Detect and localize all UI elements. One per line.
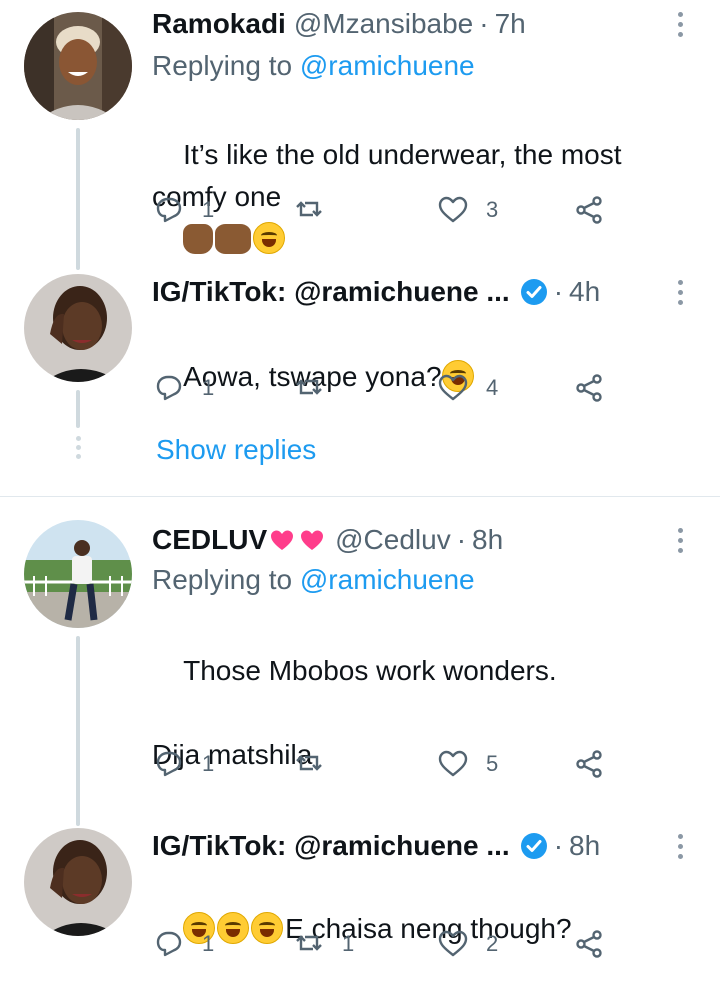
avatar[interactable] (24, 274, 132, 382)
heart-icon (438, 750, 468, 777)
retweet-button[interactable] (292, 190, 342, 230)
share-icon (576, 930, 602, 958)
tweet-text: Those Mbobos work wonders. Dija matshila (152, 608, 672, 818)
reply-icon (156, 751, 182, 777)
retweet-icon (295, 935, 323, 951)
timestamp[interactable]: 7h (495, 8, 526, 40)
retweet-button[interactable] (292, 744, 342, 784)
retweet-icon (295, 755, 323, 771)
reply-button[interactable]: 1 (152, 924, 214, 964)
share-icon (576, 750, 602, 778)
like-count: 5 (486, 751, 499, 776)
divider (0, 496, 720, 497)
separator: · (553, 830, 564, 861)
more-options-button[interactable] (668, 4, 692, 44)
reply-button[interactable]: 1 (152, 190, 214, 230)
like-count: 3 (486, 197, 499, 222)
tweet-actions: 1 1 2 (152, 924, 622, 964)
like-button[interactable]: 3 (436, 190, 498, 230)
separator: · (553, 276, 564, 307)
verified-badge-icon (520, 833, 547, 859)
like-count: 4 (486, 375, 499, 400)
avatar[interactable] (24, 12, 132, 120)
tweet-cedluv[interactable]: CEDLUV @Cedluv · 8h Replying to @ramichu… (0, 508, 720, 826)
replying-prefix: Replying to (152, 50, 293, 81)
retweet-button[interactable] (292, 368, 342, 408)
reply-button[interactable]: 1 (152, 744, 214, 784)
reply-icon (156, 375, 182, 401)
user-handle[interactable]: @Mzansibabe (294, 8, 473, 40)
mention-link[interactable]: @ramichuene (300, 564, 475, 595)
sparkling-heart-icon (271, 530, 294, 550)
tweet-ramichuene-reply[interactable]: IG/TikTok: @ramichuene ... · 4h Aowa, ts… (0, 262, 720, 432)
display-name[interactable]: CEDLUV (152, 524, 267, 556)
heart-icon (438, 930, 468, 957)
like-button[interactable]: 5 (436, 744, 498, 784)
tweet-ramokadi[interactable]: Ramokadi @Mzansibabe · 7h Replying to @r… (0, 0, 720, 270)
tweet-header: CEDLUV @Cedluv · 8h (152, 520, 503, 560)
share-button[interactable] (572, 924, 606, 964)
thread-line (76, 636, 80, 826)
thread-line (76, 390, 80, 428)
reply-count: 1 (202, 751, 215, 776)
user-handle[interactable]: @Cedluv (335, 524, 451, 556)
thread-line (76, 128, 80, 270)
replying-prefix: Replying to (152, 564, 293, 595)
share-button[interactable] (572, 744, 606, 784)
like-button[interactable]: 2 (436, 924, 498, 964)
reply-count: 1 (202, 375, 215, 400)
like-button[interactable]: 4 (436, 368, 498, 408)
tweet-header: IG/TikTok: @ramichuene ... · 4h (152, 272, 600, 312)
more-options-button[interactable] (668, 520, 692, 560)
tweet-ramichuene-reply-2[interactable]: IG/TikTok: @ramichuene ... · 8h E chaisa… (0, 818, 720, 958)
separator: · (456, 524, 467, 555)
timestamp[interactable]: 8h (472, 524, 503, 556)
tweet-actions: 1 3 (152, 190, 622, 230)
replying-to: Replying to @ramichuene (152, 564, 475, 596)
heart-icon (438, 196, 468, 223)
retweet-count: 1 (342, 931, 355, 956)
sparkling-heart-icon (301, 530, 324, 550)
mention-link[interactable]: @ramichuene (300, 50, 475, 81)
like-count: 2 (486, 931, 499, 956)
timestamp[interactable]: 4h (569, 276, 600, 308)
thread-continuation-dots (74, 436, 82, 459)
timestamp[interactable]: 8h (569, 830, 600, 862)
retweet-icon (295, 201, 323, 217)
show-replies-link[interactable]: Show replies (156, 434, 316, 466)
avatar[interactable] (24, 520, 132, 628)
share-button[interactable] (572, 190, 606, 230)
reply-button[interactable]: 1 (152, 368, 214, 408)
tweet-header: IG/TikTok: @ramichuene ... · 8h (152, 826, 600, 866)
avatar[interactable] (24, 828, 132, 936)
retweet-icon (295, 379, 323, 395)
more-options-button[interactable] (668, 272, 692, 312)
replying-to: Replying to @ramichuene (152, 50, 475, 82)
share-icon (576, 374, 602, 402)
retweet-button[interactable]: 1 (292, 924, 354, 964)
reply-count: 1 (202, 197, 215, 222)
tweet-header: Ramokadi @Mzansibabe · 7h (152, 4, 526, 44)
more-options-button[interactable] (668, 826, 692, 866)
tweet-actions: 1 4 (152, 368, 622, 408)
reply-icon (156, 197, 182, 223)
heart-icon (438, 374, 468, 401)
share-button[interactable] (572, 368, 606, 408)
separator: · (479, 8, 489, 39)
share-icon (576, 196, 602, 224)
reply-icon (156, 931, 182, 957)
display-name[interactable]: IG/TikTok: @ramichuene ... (152, 276, 510, 308)
tweet-actions: 1 5 (152, 744, 622, 784)
reply-count: 1 (202, 931, 215, 956)
display-name[interactable]: Ramokadi (152, 8, 286, 40)
verified-badge-icon (520, 279, 547, 305)
display-name[interactable]: IG/TikTok: @ramichuene ... (152, 830, 510, 862)
